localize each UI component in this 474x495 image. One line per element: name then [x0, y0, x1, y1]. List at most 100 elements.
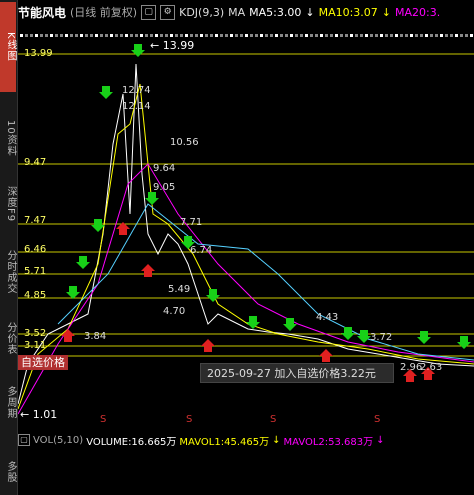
- kdj-dot: [315, 34, 318, 37]
- kdj-dot: [95, 34, 98, 37]
- kdj-dot: [90, 34, 93, 37]
- peak-label: 12.74: [122, 85, 151, 96]
- kdj-dot: [355, 34, 358, 37]
- signal-marker: S: [374, 414, 381, 425]
- side-tab-multi-period[interactable]: 多周期: [0, 376, 16, 428]
- kdj-dot: [205, 34, 208, 37]
- low-label: ← 1.01: [20, 408, 58, 421]
- kdj-dot: [230, 34, 233, 37]
- kdj-dot: [120, 34, 123, 37]
- kdj-dot: [375, 34, 378, 37]
- level-5-71: 5.71: [24, 266, 47, 277]
- mavol1-value: MAVOL1:45.465万: [179, 436, 270, 448]
- kdj-dot: [295, 34, 298, 37]
- kdj-dot: [170, 34, 173, 37]
- kdj-dot: [300, 34, 303, 37]
- kdj-dot: [340, 34, 343, 37]
- side-tab-f10[interactable]: 10资料: [0, 112, 16, 164]
- kdj-dot: [35, 34, 38, 37]
- buy-arrow-icon: [319, 349, 333, 362]
- watch-price-tooltip: 2025-09-27 加入自选价格3.22元: [200, 363, 394, 383]
- peak-label: 5.49: [168, 284, 191, 295]
- kdj-dot: [330, 34, 333, 37]
- side-tab-trades[interactable]: 分时成交: [0, 240, 16, 304]
- kdj-dot: [265, 34, 268, 37]
- kdj-indicator[interactable]: KDJ(9,3): [179, 6, 224, 19]
- sell-arrow-icon: [206, 289, 220, 302]
- kdj-dot: [150, 34, 153, 37]
- gear-icon[interactable]: ⚙: [160, 4, 176, 20]
- vol-label[interactable]: VOL(5,10): [33, 435, 83, 446]
- kdj-dot: [245, 34, 248, 37]
- high-label: ← 13.99: [150, 39, 195, 52]
- watch-price-tag[interactable]: 自选价格: [18, 355, 68, 370]
- stock-name[interactable]: 节能风电: [18, 4, 66, 21]
- period-label[interactable]: (日线 前复权): [70, 4, 137, 20]
- signal-marker: S: [270, 414, 277, 425]
- kdj-dot: [115, 34, 118, 37]
- peak-label: 9.64: [153, 163, 176, 174]
- kdj-dot: [370, 34, 373, 37]
- kdj-dot: [145, 34, 148, 37]
- kdj-dot: [405, 34, 408, 37]
- kdj-dot: [70, 34, 73, 37]
- arrow-down-icon: ↓: [376, 434, 385, 446]
- sell-arrow-icon: [341, 327, 355, 340]
- side-tab-multi-stock[interactable]: 多股: [0, 452, 16, 492]
- buy-arrow-icon: [61, 329, 75, 342]
- kdj-dot: [180, 34, 183, 37]
- chart-header: 节能风电 (日线 前复权) ▢ ⚙ KDJ(9,3) MA MA5:3.00 ↓…: [18, 0, 474, 24]
- sell-arrow-icon: [357, 330, 371, 343]
- kdj-dot: [110, 34, 113, 37]
- kdj-dot: [280, 34, 283, 37]
- ma10-value: MA10:3.07: [318, 5, 378, 19]
- kdj-dot: [200, 34, 203, 37]
- kdj-dot: [360, 34, 363, 37]
- volume-value: VOLUME:16.665万: [86, 436, 177, 448]
- kdj-dot: [435, 34, 438, 37]
- arrow-down-icon: ↓: [381, 5, 392, 19]
- sell-arrow-icon: [283, 318, 297, 331]
- kdj-dot: [410, 34, 413, 37]
- level-4-85: 4.85: [24, 290, 47, 301]
- square-icon[interactable]: ▢: [18, 434, 30, 446]
- peak-label: 6.74: [190, 245, 213, 256]
- side-tab-price-table[interactable]: 分价表: [0, 314, 16, 362]
- sell-arrow-icon: [76, 256, 90, 269]
- signal-marker: S: [186, 414, 193, 425]
- level-6-46: 6.46: [24, 244, 47, 255]
- kdj-dot: [140, 34, 143, 37]
- sell-arrow-icon: [131, 44, 145, 57]
- peak-label: 2.63: [420, 362, 443, 373]
- kdj-dot: [225, 34, 228, 37]
- kdj-dot: [30, 34, 33, 37]
- kdj-dot: [60, 34, 63, 37]
- kdj-dot: [415, 34, 418, 37]
- kdj-dot: [235, 34, 238, 37]
- kdj-dot: [380, 34, 383, 37]
- kdj-dot: [55, 34, 58, 37]
- kdj-dot: [125, 34, 128, 37]
- kdj-dot: [425, 34, 428, 37]
- peak-label: 2.96: [400, 362, 423, 373]
- square-icon[interactable]: ▢: [141, 4, 157, 20]
- kdj-dot: [465, 34, 468, 37]
- kdj-dot: [75, 34, 78, 37]
- kdj-dot: [160, 34, 163, 37]
- kdj-dot: [395, 34, 398, 37]
- side-tab-kline[interactable]: K线图: [0, 2, 16, 92]
- kdj-dot: [385, 34, 388, 37]
- kdj-dot: [255, 34, 258, 37]
- kdj-dot: [285, 34, 288, 37]
- kdj-dot: [240, 34, 243, 37]
- kdj-dot: [190, 34, 193, 37]
- kdj-dot: [320, 34, 323, 37]
- mavol2-value: MAVOL2:53.683万: [283, 436, 374, 448]
- kdj-dot: [80, 34, 83, 37]
- peak-label: 9.05: [153, 182, 176, 193]
- kdj-dot: [220, 34, 223, 37]
- kdj-dot: [45, 34, 48, 37]
- kdj-dot: [430, 34, 433, 37]
- kdj-dot: [290, 34, 293, 37]
- side-tab-f9[interactable]: 深度F9: [0, 178, 16, 230]
